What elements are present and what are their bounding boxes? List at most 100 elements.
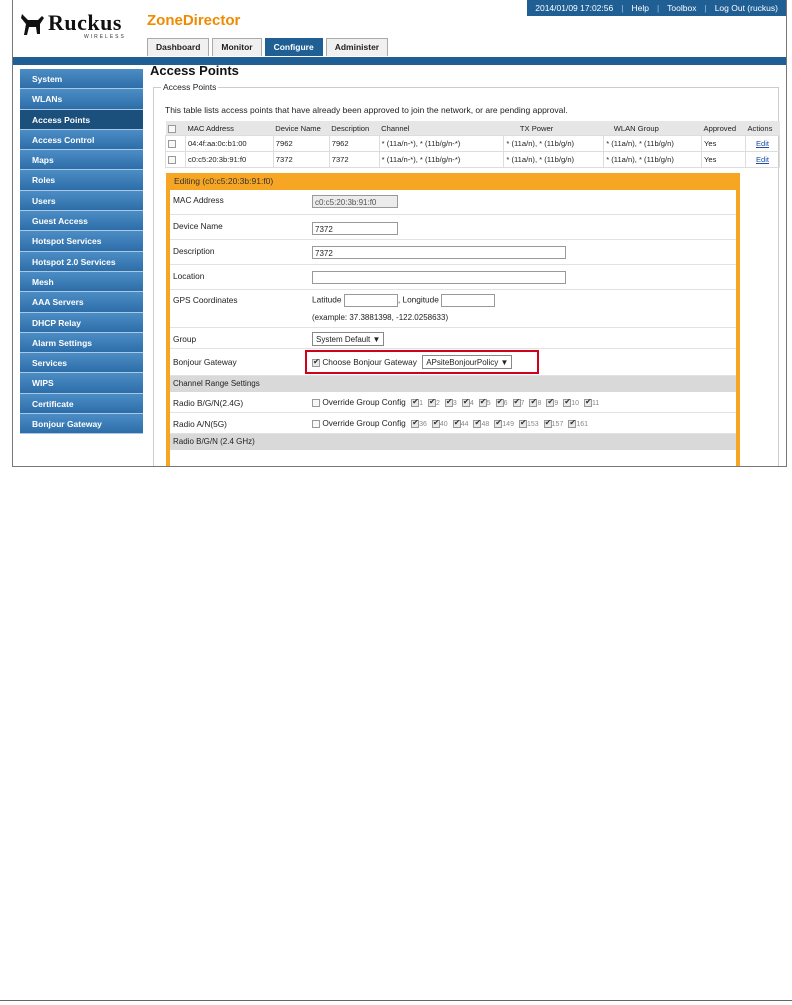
- an-channel-checkbox[interactable]: [473, 418, 482, 428]
- column-header[interactable]: MAC Address: [185, 121, 274, 136]
- gps-example: (example: 37.3881398, -122.0258633): [312, 313, 449, 322]
- sidebar-item-services[interactable]: Services: [20, 353, 143, 374]
- an-channel-label: 48: [481, 421, 490, 428]
- column-header[interactable]: Channel: [379, 121, 504, 136]
- bg-channel-checkbox[interactable]: [461, 397, 470, 407]
- column-header[interactable]: WLAN Group: [603, 121, 702, 136]
- page-divider: [0, 1000, 792, 1001]
- sidebar-item-roles[interactable]: Roles: [20, 170, 143, 191]
- toolbox-link[interactable]: Toolbox: [659, 3, 704, 13]
- sidebar-item-system[interactable]: System: [20, 69, 143, 90]
- sidebar-item-guest-access[interactable]: Guest Access: [20, 211, 143, 232]
- column-header[interactable]: TX Power: [503, 121, 604, 136]
- bg-channel-label: 5: [486, 400, 491, 407]
- bg-channel-label: 11: [592, 400, 600, 407]
- group-select[interactable]: System Default ▼: [312, 332, 385, 346]
- row-checkbox[interactable]: [168, 140, 176, 148]
- override-bg-checkbox[interactable]: [312, 398, 320, 407]
- cell-actions: Edit: [744, 151, 781, 168]
- header: Ruckus WIRELESS ZoneDirector 2014/01/09 …: [13, 0, 786, 58]
- sidebar-item-hotspot-20-services[interactable]: Hotspot 2.0 Services: [20, 251, 143, 272]
- radio-an-row: Radio A/N(5G) Override Group Config 36 40…: [170, 413, 736, 434]
- description-field[interactable]: 7372: [312, 246, 566, 259]
- sidebar-item-dhcp-relay[interactable]: DHCP Relay: [20, 312, 143, 333]
- cell-approved: Yes: [701, 135, 746, 152]
- cell-description: 7962: [328, 135, 380, 152]
- bg-channel-label: 8: [537, 400, 542, 407]
- highlight-box: [305, 350, 539, 374]
- an-channel-label: 149: [502, 421, 514, 428]
- an-channel-checkbox[interactable]: [411, 418, 420, 428]
- an-channel-checkbox[interactable]: [431, 418, 440, 428]
- device-name-field[interactable]: 7372: [312, 222, 398, 235]
- bg-channel-checkbox[interactable]: [495, 397, 504, 407]
- an-channel-label: 157: [551, 421, 564, 428]
- latitude-field[interactable]: [343, 294, 398, 307]
- access-points-table: MAC Address Device Name Description Chan…: [165, 121, 781, 168]
- bg-channel-checkbox[interactable]: [529, 397, 538, 407]
- column-header[interactable]: Device Name: [273, 121, 330, 136]
- description-label: Description: [173, 246, 215, 256]
- sidebar-item-access-control[interactable]: Access Control: [20, 129, 143, 151]
- an-channel-label: 44: [460, 421, 469, 428]
- an-channel-checkbox[interactable]: [568, 418, 577, 428]
- location-field[interactable]: [312, 271, 566, 284]
- sidebar-item-wlans[interactable]: WLANs: [20, 89, 143, 110]
- page-title: Access Points: [150, 63, 239, 78]
- bg-channel-checkbox[interactable]: [478, 397, 487, 407]
- tab-dashboard[interactable]: Dashboard: [147, 38, 210, 56]
- sidebar-item-maps[interactable]: Maps: [20, 150, 143, 171]
- bg-channel-checkbox[interactable]: [444, 397, 453, 407]
- longitude-field[interactable]: [441, 294, 496, 307]
- location-row: Location: [170, 265, 736, 290]
- radio-bg-row: Radio B/G/N(2.4G) Override Group Config …: [170, 392, 736, 413]
- override-an-checkbox[interactable]: [312, 419, 320, 428]
- bg-channel-label: 3: [452, 400, 457, 407]
- an-channel-label: 40: [439, 421, 448, 428]
- edit-link[interactable]: Edit: [756, 139, 769, 148]
- radio-bg-label: Radio B/G/N(2.4G): [173, 398, 244, 408]
- bg-channel-checkbox[interactable]: [584, 397, 593, 407]
- bg-channel-checkbox[interactable]: [512, 397, 521, 407]
- sidebar-item-bonjour-gateway[interactable]: Bonjour Gateway: [20, 414, 143, 435]
- column-header[interactable]: Approved: [701, 121, 746, 136]
- sidebar-item-mesh[interactable]: Mesh: [20, 271, 143, 293]
- tab-administer[interactable]: Administer: [325, 38, 389, 56]
- cell-approved: Yes: [701, 151, 746, 168]
- cell-tx-power: * (11a/n), * (11b/g/n): [503, 135, 605, 152]
- sidebar-item-certificate[interactable]: Certificate: [20, 393, 143, 415]
- sidebar-item-aaa-servers[interactable]: AAA Servers: [20, 292, 143, 313]
- sidebar-item-access-points[interactable]: Access Points: [20, 109, 143, 130]
- table-row: c0:c5:20:3b:91:f0 7372 7372 * (11a/n-*),…: [165, 151, 781, 168]
- cell-channel: * (11a/n-*), * (11b/g/n-*): [378, 151, 505, 168]
- longitude-label: , Longitude: [397, 294, 439, 305]
- bg-channel-checkbox[interactable]: [428, 397, 436, 407]
- bg-channel-checkbox[interactable]: [563, 397, 572, 407]
- row-checkbox[interactable]: [168, 156, 176, 164]
- bg-channel-label: 7: [520, 400, 525, 407]
- cell-mac: 04:4f:aa:0c:b1:00: [184, 135, 274, 152]
- radio-bg-section: Radio B/G/N (2.4 GHz): [170, 434, 736, 450]
- edit-link[interactable]: Edit: [756, 155, 769, 164]
- sidebar-item-users[interactable]: Users: [20, 190, 143, 212]
- tab-monitor[interactable]: Monitor: [212, 38, 262, 56]
- tab-configure[interactable]: Configure: [264, 38, 323, 56]
- help-link[interactable]: Help: [623, 3, 656, 13]
- an-channel-checkbox[interactable]: [452, 418, 461, 428]
- select-all-cell: [165, 121, 186, 136]
- bg-channel-checkbox[interactable]: [546, 397, 555, 407]
- ruckus-logo: Ruckus WIRELESS: [18, 10, 138, 44]
- select-all-checkbox[interactable]: [167, 124, 176, 133]
- sidebar-item-hotspot-services[interactable]: Hotspot Services: [20, 231, 143, 252]
- an-channel-checkbox[interactable]: [543, 418, 552, 428]
- an-channel-checkbox[interactable]: [494, 418, 503, 428]
- column-header[interactable]: Description: [329, 121, 380, 136]
- latitude-label: Latitude: [312, 294, 342, 305]
- an-channel-checkbox[interactable]: [518, 418, 527, 428]
- sidebar-item-alarm-settings[interactable]: Alarm Settings: [20, 332, 143, 354]
- bg-channel-checkbox[interactable]: [411, 397, 420, 407]
- fieldset-legend: Access Points: [161, 82, 219, 92]
- sidebar-item-wips[interactable]: WIPS: [20, 373, 143, 394]
- logout-link[interactable]: Log Out (ruckus): [707, 3, 786, 13]
- description-row: Description 7372: [170, 240, 736, 265]
